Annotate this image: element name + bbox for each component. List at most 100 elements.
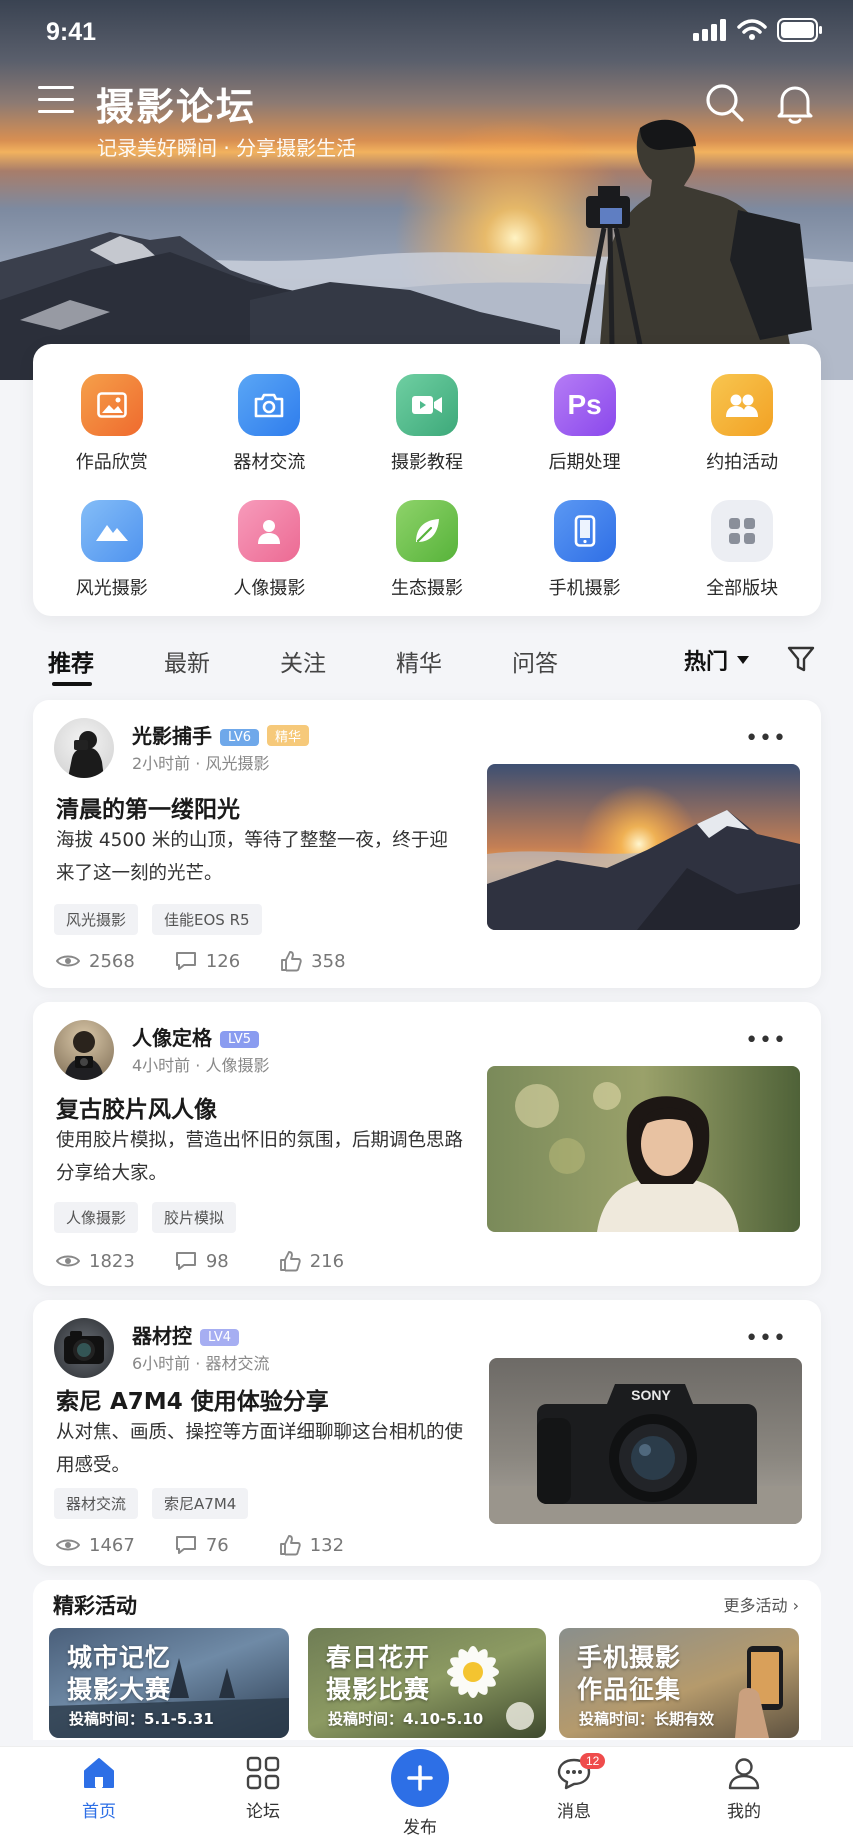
nav-forum[interactable]: 论坛 [213,1755,313,1822]
activity-date: 投稿时间：5.1-5.31 [69,1710,214,1728]
activity-title-line1: 城市记忆 [67,1643,172,1672]
tag-chip[interactable]: 佳能EOS R5 [152,904,262,935]
post-title[interactable]: 索尼 A7M4 使用体验分享 [56,1382,329,1416]
post-thumbnail-portrait[interactable] [487,1066,800,1232]
activity-title-line2: 摄影比赛 [326,1675,431,1704]
post-meta: 4小时前 · 人像摄影 [132,1056,270,1075]
home-icon [84,1758,114,1788]
hero-banner: 9:41 摄影论坛 记录美好瞬间 · 分享摄影生活 [0,0,853,380]
nav-home[interactable]: 首页 [49,1755,149,1822]
nav-label: 消息 [557,1802,591,1822]
avatar[interactable] [54,1318,114,1378]
likes-stat[interactable]: 132 [279,1534,344,1556]
tag-chip[interactable]: 索尼A7M4 [152,1488,249,1519]
level-badge: LV5 [220,1031,259,1048]
category-item[interactable]: 生态摄影 [348,500,506,600]
image-icon [80,374,143,436]
category-label: 人像摄影 [233,578,306,599]
activity-card[interactable]: 手机摄影 作品征集 投稿时间：长期有效 [559,1628,799,1738]
tab-featured[interactable]: 精华 [396,644,442,678]
category-item[interactable]: 器材交流 [191,374,349,474]
category-item[interactable]: Ps 后期处理 [506,374,664,474]
likes-stat[interactable]: 216 [279,1250,344,1272]
category-item[interactable]: 手机摄影 [506,500,664,600]
eye-icon [56,1255,80,1267]
post-card[interactable]: 器材控 LV4 6小时前 · 器材交流 ••• 索尼 A7M4 使用体验分享 从对… [33,1300,821,1566]
category-item[interactable]: 全部版块 [663,500,821,600]
tag-chip[interactable]: 风光摄影 [54,904,139,935]
category-label: 约拍活动 [706,452,779,473]
post-stats: 1823 98 216 [56,1250,374,1272]
post-description: 使用胶片模拟，营造出怀旧的氛围，后期调色思路分享给大家。 [56,1130,464,1184]
comments-stat[interactable]: 98 [175,1250,229,1272]
likes-stat[interactable]: 358 [280,950,346,972]
category-item[interactable]: 风光摄影 [33,500,191,600]
comment-icon [175,1252,196,1270]
more-options-icon[interactable]: ••• [745,726,787,751]
nav-label: 发布 [403,1818,437,1838]
more-options-icon[interactable]: ••• [745,1326,787,1351]
post-thumbnail-sunrise[interactable] [487,764,800,930]
mountain-icon [80,500,143,562]
author-name[interactable]: 人像定格 LV5 [132,1022,259,1051]
comments-count: 98 [205,1250,229,1272]
category-item[interactable]: 摄影教程 [348,374,506,474]
status-bar: 9:41 [0,0,853,64]
tag-chip[interactable]: 器材交流 [54,1488,139,1519]
sort-label: 热门 [684,650,729,675]
post-thumbnail-camera[interactable]: SONY [489,1358,802,1524]
category-label: 风光摄影 [75,578,148,599]
thumbs-up-icon [279,1535,301,1556]
search-icon[interactable] [704,82,746,124]
filter-icon[interactable] [786,644,816,674]
post-card[interactable]: 人像定格 LV5 4小时前 · 人像摄影 ••• 复古胶片风人像 使用胶片模拟，营… [33,1002,821,1286]
author-name[interactable]: 器材控 LV4 [132,1320,239,1349]
activity-card[interactable]: 城市记忆 摄影大赛 投稿时间：5.1-5.31 [49,1628,289,1738]
tab-recommend[interactable]: 推荐 [48,644,94,678]
views-stat: 1467 [56,1534,135,1556]
notification-bell-icon[interactable] [774,82,816,124]
menu-icon[interactable] [38,86,74,118]
nav-label: 首页 [82,1802,116,1822]
tag-chip[interactable]: 人像摄影 [54,1202,139,1233]
tab-qa[interactable]: 问答 [512,644,558,678]
more-activities-link[interactable]: 更多活动 › [723,1592,799,1616]
comments-stat[interactable]: 126 [175,950,240,972]
avatar[interactable] [54,718,114,778]
nav-profile[interactable]: 我的 [694,1755,794,1822]
thumbs-up-icon [279,1251,301,1272]
sort-dropdown[interactable]: 热门 [684,644,750,676]
nav-messages[interactable]: 12 消息 [524,1753,624,1822]
activity-date: 投稿时间：4.10-5.10 [328,1710,484,1728]
author-name-text: 人像定格 [132,1026,212,1050]
activity-card[interactable]: 春日花开 摄影比赛 投稿时间：4.10-5.10 [308,1628,546,1738]
comments-stat[interactable]: 76 [175,1534,229,1556]
nav-publish[interactable]: 发布 [370,1749,470,1838]
likes-count: 216 [309,1250,345,1272]
more-options-icon[interactable]: ••• [745,1028,787,1053]
tab-following[interactable]: 关注 [280,644,326,678]
tab-latest[interactable]: 最新 [164,644,210,678]
category-item[interactable]: 作品欣赏 [33,374,191,474]
author-name-text: 器材控 [132,1324,192,1348]
views-stat: 1823 [56,1250,135,1272]
author-name-text: 光影捕手 [132,724,212,748]
post-title[interactable]: 清晨的第一缕阳光 [56,790,240,824]
featured-badge: 精华 [266,725,309,746]
category-item[interactable]: 人像摄影 [191,500,349,600]
status-icons [693,18,823,42]
post-card[interactable]: 光影捕手 LV6 精华 2小时前 · 风光摄影 ••• 清晨的第一缕阳光 海拔 45… [33,700,821,988]
phone-icon [553,500,616,562]
caret-down-icon [737,656,750,664]
category-item[interactable]: 约拍活动 [663,374,821,474]
post-title[interactable]: 复古胶片风人像 [56,1090,217,1124]
post-tags: 器材交流 索尼A7M4 [54,1488,249,1519]
tag-chip[interactable]: 胶片模拟 [152,1202,237,1233]
avatar[interactable] [54,1020,114,1080]
camera-icon [238,374,301,436]
comments-count: 76 [205,1534,229,1556]
likes-count: 132 [309,1534,345,1556]
forum-grid-icon [246,1756,280,1790]
nav-label: 论坛 [246,1802,280,1822]
author-name[interactable]: 光影捕手 LV6 精华 [132,720,309,749]
